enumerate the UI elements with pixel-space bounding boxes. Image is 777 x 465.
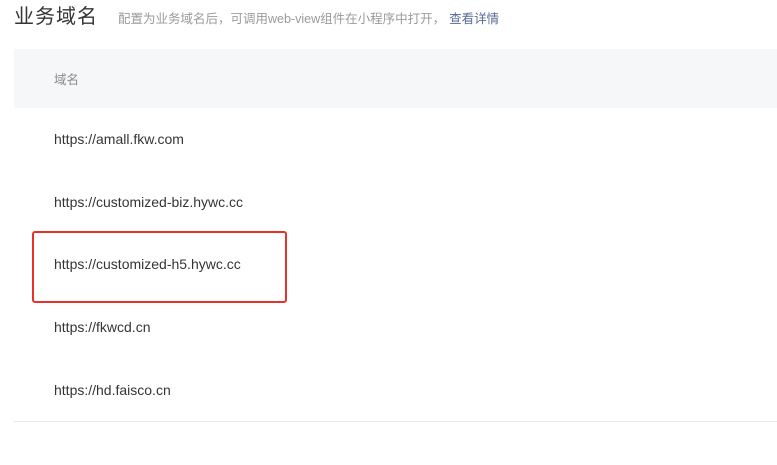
table-row: https://fkwcd.cn xyxy=(14,296,777,359)
view-details-link[interactable]: 查看详情 xyxy=(449,8,499,27)
domain-cell: https://customized-biz.hywc.cc xyxy=(54,193,244,210)
column-header-domain: 域名 xyxy=(54,73,80,87)
table-header: 域名 xyxy=(14,49,777,108)
business-domain-page: 业务域名 配置为业务域名后，可调用web-view组件在小程序中打开， 查看详情… xyxy=(0,0,777,465)
table-row: https://customized-biz.hywc.cc xyxy=(14,171,777,234)
table-row: https://hd.faisco.cn xyxy=(14,358,777,421)
domain-cell: https://amall.fkw.com xyxy=(54,131,184,148)
section-header: 业务域名 配置为业务域名后，可调用web-view组件在小程序中打开， 查看详情 xyxy=(14,0,499,30)
section-description: 配置为业务域名后，可调用web-view组件在小程序中打开， xyxy=(118,12,446,26)
page-title: 业务域名 xyxy=(14,6,98,28)
domain-cell: https://customized-h5.hywc.cc xyxy=(54,256,241,273)
domain-table: 域名 https://amall.fkw.com https://customi… xyxy=(14,49,777,422)
table-row: https://customized-h5.hywc.cc xyxy=(14,233,777,296)
table-row: https://amall.fkw.com xyxy=(14,108,777,171)
domain-cell: https://fkwcd.cn xyxy=(54,319,151,336)
domain-cell: https://hd.faisco.cn xyxy=(54,381,171,398)
